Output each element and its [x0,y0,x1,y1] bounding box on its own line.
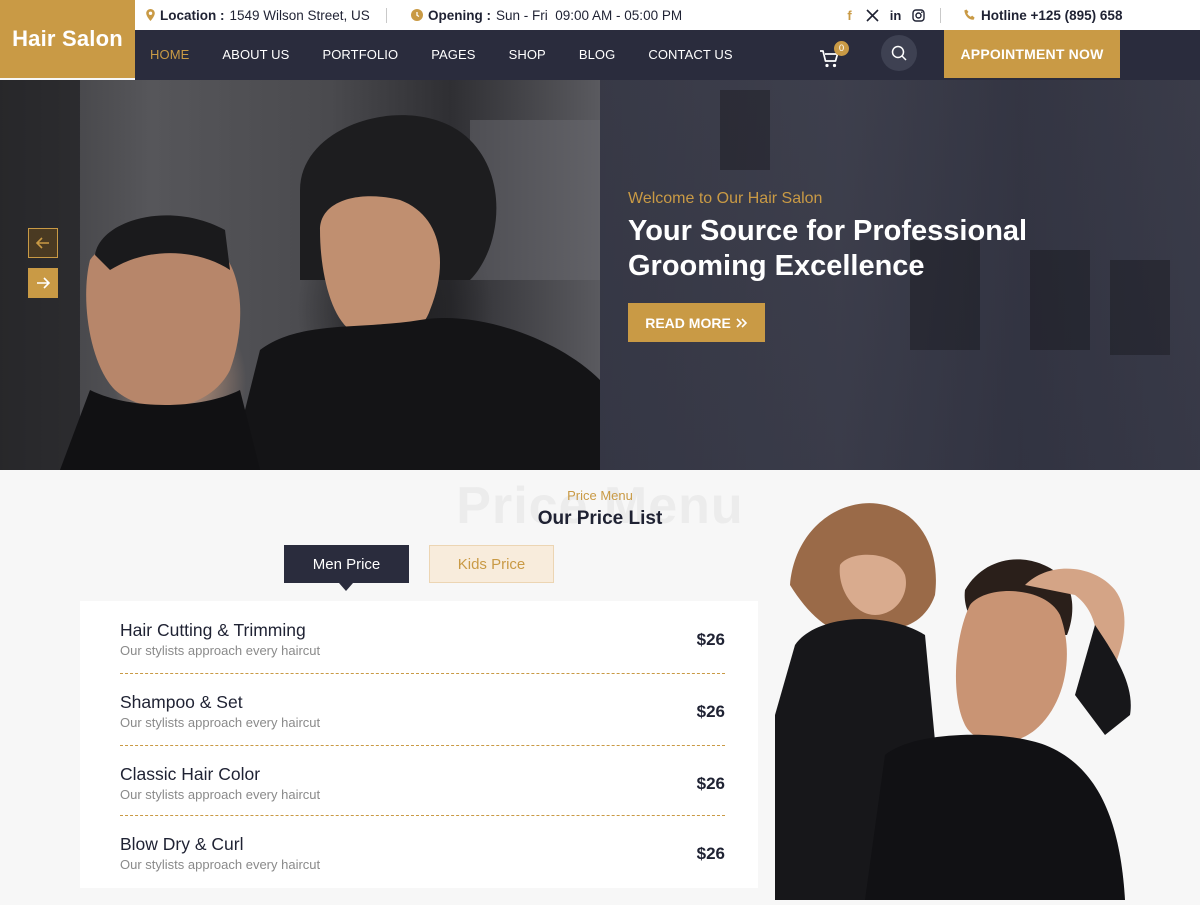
barber-photo [0,80,600,470]
nav-shop[interactable]: SHOP [509,47,546,62]
arrow-right-icon [37,277,50,289]
section-title: Our Price List [537,508,663,529]
service-price: $26 [696,702,725,721]
location-info: Location : 1549 Wilson Street, US [146,0,370,30]
service-description: Our stylists approach every haircut [120,857,321,872]
main-navbar: HOME ABOUT US PORTFOLIO PAGES SHOP BLOG … [135,30,1200,80]
slider-next-button[interactable] [28,268,58,298]
double-chevron-right-icon [736,317,747,328]
facebook-icon[interactable]: f [842,8,857,23]
opening-value: Sun - Fri 09:00 AM - 05:00 PM [496,7,683,23]
price-list: Hair Cutting & Trimming Our stylists app… [80,601,758,888]
search-button[interactable] [881,35,917,71]
top-bar: Location : 1549 Wilson Street, US Openin… [135,0,1200,30]
divider [120,745,725,746]
tab-kids-price[interactable]: Kids Price [429,545,554,583]
service-description: Our stylists approach every haircut [120,643,321,658]
linkedin-icon[interactable]: in [888,8,903,23]
service-description: Our stylists approach every haircut [120,715,321,730]
divider [940,8,941,23]
list-item: Classic Hair Color Our stylists approach… [120,764,725,802]
location-label: Location : [160,7,225,23]
phone-icon [964,9,975,20]
service-name: Hair Cutting & Trimming [120,620,306,640]
location-pin-icon [146,9,155,21]
social-links: f in [842,0,926,30]
cart-count-badge: 0 [834,41,849,56]
service-description: Our stylists approach every haircut [120,787,321,802]
slider-prev-button[interactable] [28,228,58,258]
divider [120,815,725,816]
nav-pages[interactable]: PAGES [431,47,475,62]
clock-icon [411,9,423,21]
nav-portfolio[interactable]: PORTFOLIO [322,47,398,62]
search-icon [891,45,907,61]
section-subtitle: Price Menu [567,488,633,503]
stylist-image [775,495,1145,900]
hero-title: Your Source for Professional Grooming Ex… [628,215,1028,282]
x-icon[interactable] [865,8,880,23]
appointment-button[interactable]: APPOINTMENT NOW [944,30,1120,78]
service-price: $26 [696,774,725,793]
nav-home[interactable]: HOME [150,47,189,62]
hero-slider: Welcome to Our Hair Salon Your Source fo… [0,80,1200,470]
list-item: Hair Cutting & Trimming Our stylists app… [120,620,725,658]
list-item: Blow Dry & Curl Our stylists approach ev… [120,834,725,872]
service-name: Shampoo & Set [120,692,243,712]
list-item: Shampoo & Set Our stylists approach ever… [120,692,725,730]
service-name: Classic Hair Color [120,764,261,784]
nav-about-us[interactable]: ABOUT US [222,47,289,62]
divider [386,8,387,23]
service-price: $26 [696,844,725,863]
divider [120,673,725,674]
opening-info: Opening : Sun - Fri 09:00 AM - 05:00 PM [411,0,682,30]
opening-label: Opening : [428,7,491,23]
location-value: 1549 Wilson Street, US [229,7,370,23]
instagram-icon[interactable] [911,8,926,23]
tab-men-price[interactable]: Men Price [284,545,409,591]
hotline-text: Hotline +125 (895) 658 [981,7,1123,23]
service-price: $26 [696,630,725,649]
nav-contact-us[interactable]: CONTACT US [648,47,732,62]
logo-text: Hair Salon [12,26,123,51]
hero-subtitle: Welcome to Our Hair Salon [628,190,823,207]
read-more-label: READ MORE [645,314,731,331]
hotline-info[interactable]: Hotline +125 (895) 658 [964,0,1122,30]
main-nav: HOME ABOUT US PORTFOLIO PAGES SHOP BLOG … [150,30,766,78]
arrow-left-icon [36,237,49,249]
service-name: Blow Dry & Curl [120,834,244,854]
nav-blog[interactable]: BLOG [579,47,616,62]
read-more-button[interactable]: READ MORE [628,303,765,342]
logo[interactable]: Hair Salon [0,0,135,78]
